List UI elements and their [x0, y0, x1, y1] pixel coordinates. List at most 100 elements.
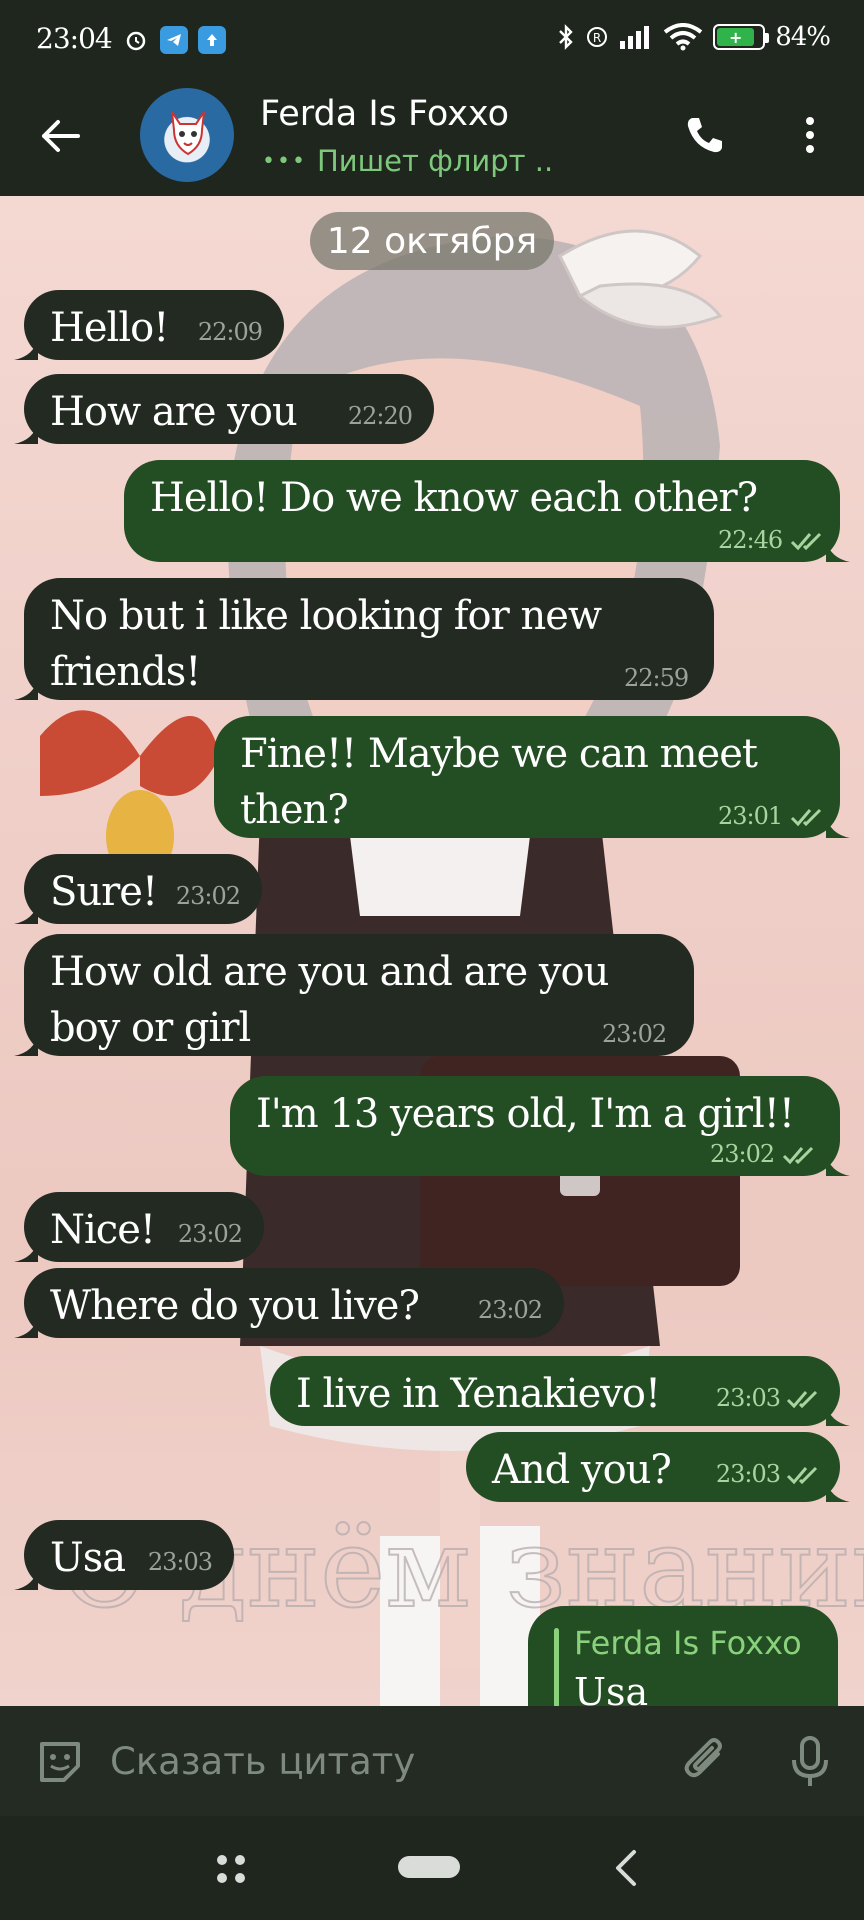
- outgoing-message[interactable]: And you? 23:03: [466, 1432, 850, 1502]
- signal-icon: [620, 26, 650, 49]
- message-time: 23:03: [715, 1460, 781, 1488]
- message-time: 23:01: [718, 802, 783, 830]
- upload-icon: [198, 26, 226, 54]
- double-check-icon: [786, 1390, 818, 1409]
- outgoing-message[interactable]: Hello! Do we know each other? 22:46: [124, 460, 850, 562]
- bubble-tail: [14, 1568, 38, 1590]
- typing-status: ••• Пишет флирт ..: [262, 144, 553, 178]
- message-text: How are you: [50, 389, 298, 435]
- battery-level: +: [717, 28, 755, 47]
- message-time: 23:02: [175, 882, 241, 910]
- message-time: 22:09: [197, 318, 263, 346]
- message-text: Usa: [50, 1535, 126, 1581]
- avatar[interactable]: [140, 88, 234, 182]
- bubble-tail: [826, 816, 850, 838]
- message-time: 22:46: [718, 526, 783, 554]
- phone-icon: [687, 118, 722, 153]
- message-time: 23:03: [147, 1548, 213, 1576]
- wifi-icon: [663, 23, 703, 51]
- message-text: And you?: [492, 1447, 672, 1493]
- bluetooth-icon: [559, 24, 573, 50]
- message-text: Sure!: [50, 869, 158, 915]
- sticker-icon: [40, 1742, 80, 1782]
- double-check-icon: [782, 1146, 814, 1165]
- message-text: Fine!! Maybe we can meet then?: [240, 731, 758, 833]
- incoming-message[interactable]: Hello! 22:09: [14, 290, 284, 360]
- back-button[interactable]: [36, 112, 84, 160]
- battery-icon: +: [713, 24, 770, 50]
- incoming-message[interactable]: No but i like looking for new friends! 22…: [14, 578, 714, 700]
- reply-quoted-text: Usa: [574, 1670, 649, 1706]
- incoming-message[interactable]: Sure! 23:02: [14, 854, 262, 924]
- message-text: I live in Yenakievo!: [296, 1371, 661, 1417]
- reply-message[interactable]: Ferda Is Foxxo Usa: [528, 1606, 838, 1706]
- bubble-tail: [826, 1404, 850, 1426]
- contact-name[interactable]: Ferda Is Foxxo: [260, 94, 509, 134]
- registered-icon: R: [587, 27, 608, 47]
- double-check-icon: [786, 1466, 818, 1485]
- double-check-icon: [790, 808, 822, 827]
- chat-header: Ferda Is Foxxo ••• Пишет флирт ..: [0, 82, 864, 196]
- incoming-message[interactable]: How are you 22:20: [14, 374, 434, 444]
- bubble-tail: [14, 338, 38, 360]
- incoming-message[interactable]: Nice! 23:02: [14, 1192, 264, 1262]
- incoming-message[interactable]: How old are you and are you boy or girl 2…: [14, 934, 694, 1056]
- double-check-icon: [790, 532, 822, 551]
- system-back-icon[interactable]: [612, 1848, 642, 1888]
- outgoing-message[interactable]: I live in Yenakievo! 23:03: [270, 1356, 850, 1426]
- recent-apps-icon[interactable]: [214, 1852, 248, 1886]
- status-icons-right: R + 84%: [557, 22, 831, 52]
- bubble-tail: [14, 1034, 38, 1056]
- message-time: 23:02: [602, 1020, 667, 1048]
- system-nav-bar: [0, 1816, 864, 1920]
- bubble-tail: [826, 1480, 850, 1502]
- call-button[interactable]: [680, 110, 730, 160]
- bubble-tail: [14, 678, 38, 700]
- voice-message-button[interactable]: [784, 1734, 836, 1790]
- emoji-button[interactable]: [34, 1736, 86, 1788]
- svg-text:R: R: [593, 31, 601, 45]
- message-text: Hello!: [50, 305, 169, 351]
- bubble-tail: [826, 1154, 850, 1176]
- typing-dots: •••: [262, 148, 307, 174]
- reply-quoted-name: Ferda Is Foxxo: [574, 1624, 802, 1662]
- battery-percent: 84%: [775, 22, 831, 52]
- message-text: I'm 13 years old, I'm a girl!!: [256, 1091, 795, 1137]
- status-icons-left: [122, 26, 226, 54]
- bubble-tail: [14, 902, 38, 924]
- bubble-tail: [14, 1316, 38, 1338]
- message-text: No but i like looking for new friends!: [50, 593, 602, 695]
- alarm-icon: [122, 26, 150, 54]
- status-bar: 23:04 R + 84%: [0, 0, 864, 82]
- typing-text: Пишет флирт ..: [316, 144, 554, 178]
- microphone-icon: [792, 1736, 828, 1786]
- message-time: 23:02: [177, 1220, 243, 1248]
- date-separator: 12 октября: [310, 212, 554, 270]
- bubble-tail: [14, 1240, 38, 1262]
- message-text: Hello! Do we know each other?: [150, 475, 758, 521]
- more-menu-button[interactable]: [790, 110, 830, 160]
- bubble-tail: [826, 540, 850, 562]
- avatar-fox-icon: [171, 111, 205, 156]
- chat-area[interactable]: С днём знаний 12 октября Hello! 22:09 How …: [0, 196, 864, 1706]
- home-button[interactable]: [398, 1856, 460, 1878]
- message-time: 22:20: [347, 402, 413, 430]
- message-text: Nice!: [50, 1207, 156, 1253]
- telegram-icon: [160, 26, 188, 54]
- outgoing-message[interactable]: Fine!! Maybe we can meet then? 23:01: [214, 716, 850, 838]
- message-time: 23:02: [477, 1296, 543, 1324]
- more-vertical-icon: [806, 117, 814, 153]
- message-text: Where do you live?: [50, 1283, 420, 1329]
- bubble-tail: [14, 422, 38, 444]
- message-input[interactable]: Сказать цитату: [110, 1734, 650, 1790]
- message-input-bar: Сказать цитату: [0, 1706, 864, 1816]
- incoming-message[interactable]: Usa 23:03: [14, 1520, 234, 1590]
- message-time: 23:03: [715, 1384, 781, 1412]
- message-time: 23:02: [710, 1140, 775, 1168]
- paperclip-icon: [684, 1738, 722, 1778]
- outgoing-message[interactable]: I'm 13 years old, I'm a girl!! 23:02: [230, 1076, 850, 1176]
- message-time: 22:59: [624, 664, 689, 692]
- incoming-message[interactable]: Where do you live? 23:02: [14, 1268, 564, 1338]
- attach-button[interactable]: [680, 1736, 732, 1788]
- arrow-left-icon: [42, 120, 80, 152]
